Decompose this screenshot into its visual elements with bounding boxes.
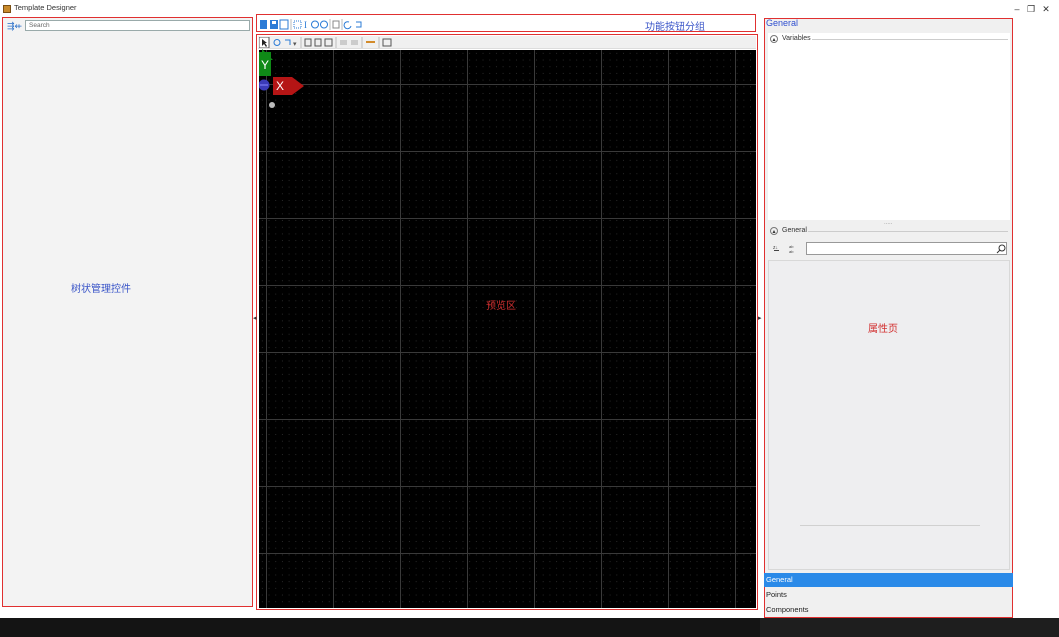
text-tool-icon: I (304, 20, 307, 30)
splitter-grip-icon[interactable]: ..... (884, 220, 892, 226)
properties-annotation: 属性页 (868, 324, 898, 335)
tab-general[interactable]: General (764, 573, 1013, 587)
x-axis-marker: X (276, 79, 285, 93)
anchor-point[interactable] (269, 102, 275, 108)
save-as-icon (279, 19, 289, 30)
search-icon[interactable] (996, 244, 1006, 254)
tab-points[interactable]: Points (764, 588, 1013, 602)
status-bar-left (0, 618, 760, 637)
variables-divider (812, 39, 1008, 40)
undo-icon (343, 21, 352, 30)
variables-collapse-icon[interactable]: ▴ (770, 35, 778, 43)
general-section-label: General (782, 227, 807, 234)
app-icon (3, 5, 11, 13)
tab-components[interactable]: Components (764, 603, 1013, 617)
function-group-annotation: 功能按钮分组 (645, 22, 705, 33)
variables-section (768, 33, 1010, 220)
right-splitter-icon[interactable]: ▸ (758, 314, 762, 322)
new-file-icon (260, 20, 267, 29)
restore-button[interactable]: ❐ (1025, 4, 1037, 15)
tree-search-input[interactable]: Search (25, 20, 250, 31)
copy-icon (332, 20, 340, 29)
property-search-input[interactable] (806, 242, 1007, 255)
general-collapse-icon[interactable]: ▴ (770, 227, 778, 235)
collapse-all-icon[interactable]: ⇷ (15, 21, 23, 31)
preview-canvas[interactable] (259, 50, 756, 608)
grid-icon (293, 20, 302, 29)
alphabetical-icon: ab ab (789, 244, 794, 254)
window-title: Template Designer (14, 3, 77, 12)
function-button-group: I 功能按钮分组 (256, 14, 756, 33)
categorized-icon: z↓ (773, 245, 779, 251)
tree-toolbar: ⇶⇷ (7, 21, 22, 32)
minimize-button[interactable]: – (1011, 4, 1023, 14)
property-grid (768, 260, 1010, 570)
tree-annotation: 树状管理控件 (71, 284, 131, 295)
close-button[interactable]: ✕ (1040, 4, 1052, 15)
y-arrow-icon (262, 49, 273, 60)
variables-label: Variables (782, 35, 811, 42)
property-grid-divider (800, 525, 980, 526)
preview-annotation: 预览区 (486, 301, 516, 312)
function-toolbar-icons: I (260, 19, 362, 30)
zoom-out-icon (320, 20, 328, 29)
left-splitter-icon[interactable]: ◂ (253, 314, 257, 322)
general-divider (808, 231, 1008, 232)
redo-icon (356, 21, 362, 28)
zoom-in-icon (311, 20, 319, 29)
expand-all-icon[interactable]: ⇶ (7, 21, 15, 31)
sort-buttons: z↓ ab ab (773, 244, 794, 254)
properties-header: General (766, 18, 799, 28)
tree-panel: ⇶⇷ Search 树状管理控件 (2, 17, 253, 607)
svg-text:ab: ab (789, 249, 794, 254)
